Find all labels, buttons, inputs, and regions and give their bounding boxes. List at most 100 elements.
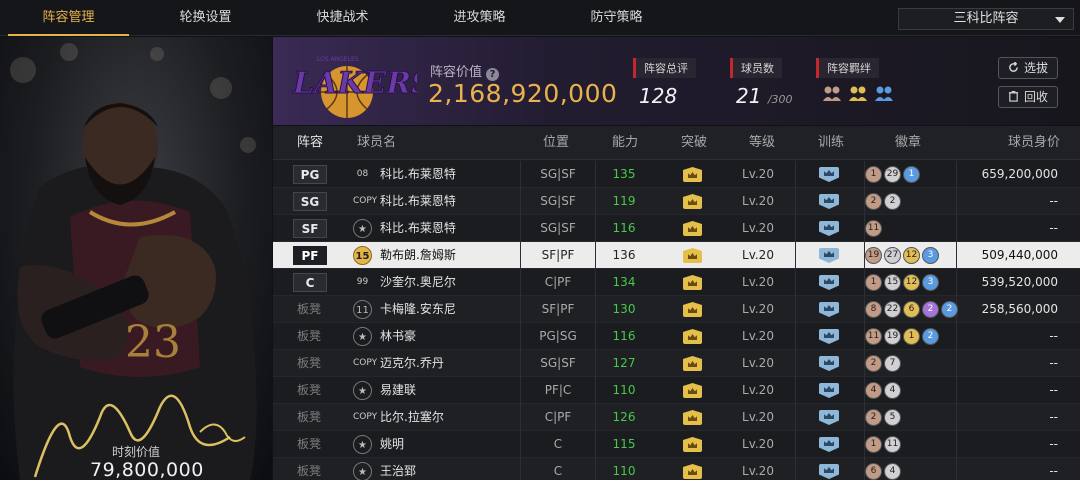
table-row[interactable]: PG 08 科比.布莱恩特 SG|SF 135 Lv.20 1 29 1 659,200,000: [273, 161, 1080, 188]
breakthrough-crown-icon[interactable]: [683, 383, 702, 398]
bond-blue-icon[interactable]: [874, 84, 894, 102]
training-icon[interactable]: [819, 383, 839, 398]
player-ability: 115: [612, 437, 636, 451]
column-header-ability[interactable]: 能力: [612, 126, 638, 160]
breakthrough-crown-icon[interactable]: [683, 248, 702, 263]
training-icon[interactable]: [819, 194, 839, 209]
badge-list[interactable]: 44: [865, 382, 901, 399]
badge-list[interactable]: 11 19 1 2: [865, 328, 939, 345]
breakthrough-crown-icon[interactable]: [683, 410, 702, 425]
table-row[interactable]: 板凳 COPY 比尔.拉塞尔 C|PF 126 Lv.20 2 5 --: [273, 404, 1080, 431]
player-name[interactable]: 姚明: [380, 431, 404, 458]
tab-rotation-settings[interactable]: 轮换设置: [137, 0, 274, 36]
stat-overall: 阵容总评 128: [633, 57, 696, 108]
training-icon[interactable]: [819, 302, 839, 317]
breakthrough-crown-icon[interactable]: [683, 329, 702, 344]
training-icon[interactable]: [819, 410, 839, 425]
table-row[interactable]: 板凳 ★ 王治郅 C 110 Lv.20 6 4 --: [273, 458, 1080, 480]
badge-list[interactable]: 27: [865, 355, 901, 372]
lineup-slot-bench: 板凳: [297, 410, 322, 424]
column-divider: [795, 377, 796, 404]
badge-list[interactable]: 19 27 12 3: [865, 247, 939, 264]
breakthrough-crown-icon[interactable]: [683, 437, 702, 452]
table-row[interactable]: 板凳 COPY 迈克尔.乔丹 SG|SF 127 Lv.20 2 7 --: [273, 350, 1080, 377]
pick-button[interactable]: 选拔: [998, 57, 1058, 79]
player-position: SF|PF: [541, 248, 575, 262]
player-name[interactable]: 易建联: [380, 377, 416, 404]
badge-count-bronze: 2: [865, 355, 882, 372]
table-row[interactable]: 板凳 11 卡梅隆.安东尼 SF|PF 130 Lv.20 8 22 6 2 2 258,560,00…: [273, 296, 1080, 323]
breakthrough-crown-icon[interactable]: [683, 194, 702, 209]
column-header-player-name[interactable]: 球员名: [357, 126, 396, 160]
training-icon[interactable]: [819, 275, 839, 290]
tab-quick-tactics[interactable]: 快捷战术: [274, 0, 411, 36]
badge-list[interactable]: 64: [865, 463, 901, 480]
training-icon[interactable]: [819, 221, 839, 236]
table-row[interactable]: 板凳 ★ 姚明 C 115 Lv.20 1 11 --: [273, 431, 1080, 458]
recycle-button[interactable]: 回收: [998, 86, 1058, 108]
player-name[interactable]: 科比.布莱恩特: [380, 215, 456, 242]
training-icon[interactable]: [819, 167, 839, 182]
lineup-slot-bench: 板凳: [297, 356, 322, 370]
breakthrough-crown-icon[interactable]: [683, 167, 702, 182]
tab-lineup-management[interactable]: 阵容管理: [0, 0, 137, 36]
table-row[interactable]: 板凳 ★ 林书豪 PG|SG 116 Lv.20 11 19 1 2 --: [273, 323, 1080, 350]
tab-offense-strategy[interactable]: 进攻策略: [411, 0, 548, 36]
tab-defense-strategy[interactable]: 防守策略: [548, 0, 685, 36]
training-icon[interactable]: [819, 248, 839, 263]
column-header-training[interactable]: 训练: [818, 126, 844, 160]
bond-bronze-icon[interactable]: [822, 84, 842, 102]
column-divider: [795, 323, 796, 350]
column-header-player-value[interactable]: 球员身价: [1008, 126, 1060, 160]
training-icon[interactable]: [819, 356, 839, 371]
column-divider: [795, 431, 796, 458]
table-row[interactable]: C 99 沙奎尔.奥尼尔 C|PF 134 Lv.20 1 15 12 3 539,520,000: [273, 269, 1080, 296]
table-row[interactable]: 板凳 ★ 易建联 PF|C 110 Lv.20 4 4 --: [273, 377, 1080, 404]
badge-list[interactable]: 25: [865, 409, 901, 426]
breakthrough-crown-icon[interactable]: [683, 464, 702, 479]
player-name[interactable]: 林书豪: [380, 323, 416, 350]
player-level: Lv.20: [742, 275, 774, 289]
training-icon[interactable]: [819, 437, 839, 452]
player-portrait-image: 23: [13, 101, 257, 480]
player-name[interactable]: 科比.布莱恩特: [380, 161, 456, 188]
badge-list[interactable]: 1 15 12 3: [865, 274, 939, 291]
training-icon[interactable]: [819, 464, 839, 479]
training-icon[interactable]: [819, 329, 839, 344]
player-card[interactable]: 23 时刻价值 79,800,000: [0, 37, 272, 480]
table-row[interactable]: SG COPY 科比.布莱恩特 SG|SF 119 Lv.20 2 2 --: [273, 188, 1080, 215]
column-header-breakthrough[interactable]: 突破: [681, 126, 707, 160]
table-row[interactable]: SF ★ 科比.布莱恩特 SG|SF 116 Lv.20 11 --: [273, 215, 1080, 242]
player-name[interactable]: 比尔.拉塞尔: [380, 404, 444, 431]
player-name[interactable]: 卡梅隆.安东尼: [380, 296, 456, 323]
breakthrough-crown-icon[interactable]: [683, 302, 702, 317]
player-name[interactable]: 沙奎尔.奥尼尔: [380, 269, 456, 296]
column-header-lineup[interactable]: 阵容: [297, 126, 323, 160]
breakthrough-crown-icon[interactable]: [683, 356, 702, 371]
bond-gold-icon[interactable]: [848, 84, 868, 102]
lineup-value-label: 阵容价值: [430, 65, 483, 80]
player-name[interactable]: 科比.布莱恩特: [380, 188, 456, 215]
badge-list[interactable]: 8 22 6 2 2: [865, 301, 958, 318]
player-name[interactable]: 迈克尔.乔丹: [380, 350, 444, 377]
badge-list[interactable]: 22: [865, 193, 901, 210]
breakthrough-crown-icon[interactable]: [683, 275, 702, 290]
player-position: SG|SF: [540, 194, 576, 208]
column-header-position[interactable]: 位置: [543, 126, 569, 160]
player-name[interactable]: 勒布朗.詹姆斯: [380, 242, 456, 269]
badge-count-silver: 7: [884, 355, 901, 372]
player-name[interactable]: 王治郅: [380, 458, 416, 480]
lineup-slot-badge: PF: [293, 246, 327, 265]
breakthrough-crown-icon[interactable]: [683, 221, 702, 236]
team-select-dropdown[interactable]: 三科比阵容: [898, 8, 1074, 30]
column-header-level[interactable]: 等级: [749, 126, 775, 160]
lakers-logo: LAKERS LOS ANGELES: [292, 56, 417, 118]
lineup-value-title: 阵容价值?: [430, 61, 500, 81]
lineup-value: 2,168,920,000: [428, 79, 618, 108]
table-row[interactable]: PF 15 勒布朗.詹姆斯 SF|PF 136 Lv.20 19 27 12 3 509,440,0…: [273, 242, 1080, 269]
column-header-badges[interactable]: 徽章: [895, 126, 921, 160]
badge-list[interactable]: 1 29 1: [865, 166, 920, 183]
badge-list[interactable]: 11: [865, 220, 882, 237]
badge-list[interactable]: 1 11: [865, 436, 901, 453]
player-ability: 126: [612, 410, 636, 424]
